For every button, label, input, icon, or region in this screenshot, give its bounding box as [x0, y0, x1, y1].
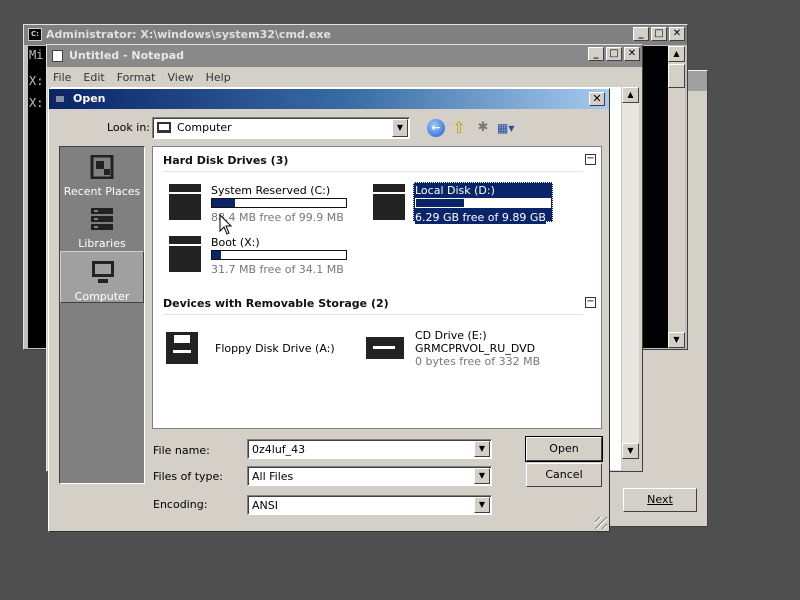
device-name: CD Drive (E:): [415, 329, 487, 342]
encoding-value: ANSI: [252, 499, 278, 512]
scroll-down-icon[interactable]: ▼: [668, 332, 685, 348]
close-button[interactable]: ✕: [589, 92, 605, 106]
next-button-label: Next: [647, 493, 673, 506]
place-libraries[interactable]: Libraries: [60, 199, 144, 251]
look-in-dropdown[interactable]: Computer ▼: [152, 117, 410, 139]
open-dialog-title-bar[interactable]: Open ✕: [49, 89, 609, 109]
file-type-value: All Files: [252, 470, 294, 483]
notepad-title-bar[interactable]: Untitled - Notepad _ □ ✕: [47, 45, 642, 67]
drive-name: System Reserved (C:): [211, 184, 331, 197]
scroll-up-icon[interactable]: ▲: [622, 87, 639, 103]
hard-disk-icon: [373, 184, 405, 220]
group-divider: [163, 171, 583, 172]
new-folder-icon[interactable]: ✱: [473, 119, 493, 137]
file-name-label: File name:: [153, 444, 210, 457]
back-icon[interactable]: ←: [427, 119, 445, 137]
up-folder-icon[interactable]: ⇧: [450, 119, 468, 137]
notepad-menu-bar: File Edit Format View Help: [47, 67, 642, 87]
look-in-label: Look in:: [107, 121, 150, 134]
device-volume-label: GRMCPRVOL_RU_DVD: [415, 342, 536, 355]
device-free-space: 0 bytes free of 332 MB: [415, 355, 541, 368]
cd-drive-icon: [366, 337, 404, 359]
place-label: Libraries: [78, 237, 126, 250]
file-type-select[interactable]: All Files ▼: [247, 466, 492, 486]
cmd-icon: C:: [28, 28, 42, 41]
file-name-value: 0z4luf_43: [252, 443, 306, 456]
drive-usage-bar: [415, 198, 551, 208]
libraries-icon: [91, 208, 113, 230]
cmd-close-button[interactable]: ✕: [669, 27, 685, 41]
drive-name: Boot (X:): [211, 236, 260, 249]
drive-name: Local Disk (D:): [415, 184, 495, 197]
device-item-cd[interactable]: CD Drive (E:) GRMCPRVOL_RU_DVD 0 bytes f…: [365, 329, 595, 371]
drive-usage-bar: [211, 198, 347, 208]
open-button[interactable]: Open: [525, 436, 603, 462]
place-recent[interactable]: Recent Places: [60, 147, 144, 199]
scroll-up-icon[interactable]: ▲: [668, 46, 685, 62]
drive-item-d[interactable]: Local Disk (D:) 6.29 GB free of 9.89 GB: [373, 182, 563, 228]
chevron-down-icon[interactable]: ▼: [474, 441, 490, 457]
scroll-thumb[interactable]: [668, 64, 685, 88]
drive-usage-fill: [212, 251, 222, 259]
cmd-minimize-button[interactable]: _: [633, 27, 649, 41]
group-header-removable[interactable]: Devices with Removable Storage (2): [163, 297, 389, 310]
collapse-icon[interactable]: −: [585, 297, 596, 308]
drive-free-space: 6.29 GB free of 9.89 GB: [415, 211, 546, 224]
place-label: Computer: [74, 290, 130, 303]
menu-format[interactable]: Format: [117, 71, 162, 84]
floppy-icon: [166, 332, 198, 364]
mouse-cursor-icon: [219, 214, 233, 235]
file-type-label: Files of type:: [153, 470, 224, 483]
notepad-minimize-button[interactable]: _: [588, 47, 604, 61]
open-dialog[interactable]: Open ✕ Look in: Computer ▼ ← ⇧ ✱ ▦▾ Rece…: [48, 88, 610, 532]
file-list[interactable]: Hard Disk Drives (3) − System Reserved (…: [152, 146, 602, 429]
chevron-down-icon[interactable]: ▼: [474, 497, 490, 513]
resize-grip-icon[interactable]: [595, 517, 607, 529]
next-button[interactable]: Next: [623, 488, 697, 512]
places-bar: Recent Places Libraries Computer: [59, 146, 145, 484]
drive-usage-fill: [212, 199, 235, 207]
recent-places-icon: [90, 155, 114, 179]
look-in-value: Computer: [177, 121, 232, 134]
computer-icon: [92, 261, 114, 283]
encoding-label: Encoding:: [153, 498, 208, 511]
menu-edit[interactable]: Edit: [83, 71, 110, 84]
encoding-select[interactable]: ANSI ▼: [247, 495, 492, 515]
notepad-icon: [52, 50, 63, 62]
notepad-title: Untitled - Notepad: [69, 49, 185, 62]
chevron-down-icon[interactable]: ▼: [474, 468, 490, 484]
scroll-down-icon[interactable]: ▼: [622, 443, 639, 459]
drive-item-c[interactable]: System Reserved (C:) 88.4 MB free of 99.…: [169, 184, 359, 228]
device-name: Floppy Disk Drive (A:): [215, 342, 335, 355]
place-computer[interactable]: Computer: [60, 251, 144, 303]
cmd-maximize-button[interactable]: □: [651, 27, 667, 41]
drive-usage-fill: [416, 199, 465, 207]
notepad-scrollbar[interactable]: ▲ ▼: [621, 87, 639, 459]
cmd-scrollbar[interactable]: ▲ ▼: [668, 46, 685, 348]
cancel-button[interactable]: Cancel: [526, 463, 602, 487]
notepad-close-button[interactable]: ✕: [624, 47, 640, 61]
menu-file[interactable]: File: [53, 71, 77, 84]
menu-help[interactable]: Help: [206, 71, 237, 84]
collapse-icon[interactable]: −: [585, 154, 596, 165]
drive-item-x[interactable]: Boot (X:) 31.7 MB free of 34.1 MB: [169, 236, 359, 280]
cmd-title: Administrator: X:\windows\system32\cmd.e…: [46, 28, 331, 41]
drive-usage-bar: [211, 250, 347, 260]
open-dialog-title: Open: [73, 92, 106, 105]
notepad-maximize-button[interactable]: □: [606, 47, 622, 61]
menu-view[interactable]: View: [168, 71, 200, 84]
computer-icon: [157, 122, 171, 133]
hard-disk-icon: [169, 184, 201, 220]
hard-disk-icon: [169, 236, 201, 272]
dialog-icon: [55, 95, 65, 103]
drive-free-space: 31.7 MB free of 34.1 MB: [211, 263, 344, 276]
place-label: Recent Places: [63, 185, 141, 198]
cmd-title-bar[interactable]: C: Administrator: X:\windows\system32\cm…: [24, 25, 687, 45]
file-name-input[interactable]: 0z4luf_43 ▼: [247, 439, 492, 459]
device-item-floppy[interactable]: Floppy Disk Drive (A:): [165, 331, 355, 371]
group-divider: [163, 314, 583, 315]
group-header-hard-disks[interactable]: Hard Disk Drives (3): [163, 154, 288, 167]
view-menu-icon[interactable]: ▦▾: [497, 119, 523, 137]
chevron-down-icon[interactable]: ▼: [392, 119, 408, 137]
